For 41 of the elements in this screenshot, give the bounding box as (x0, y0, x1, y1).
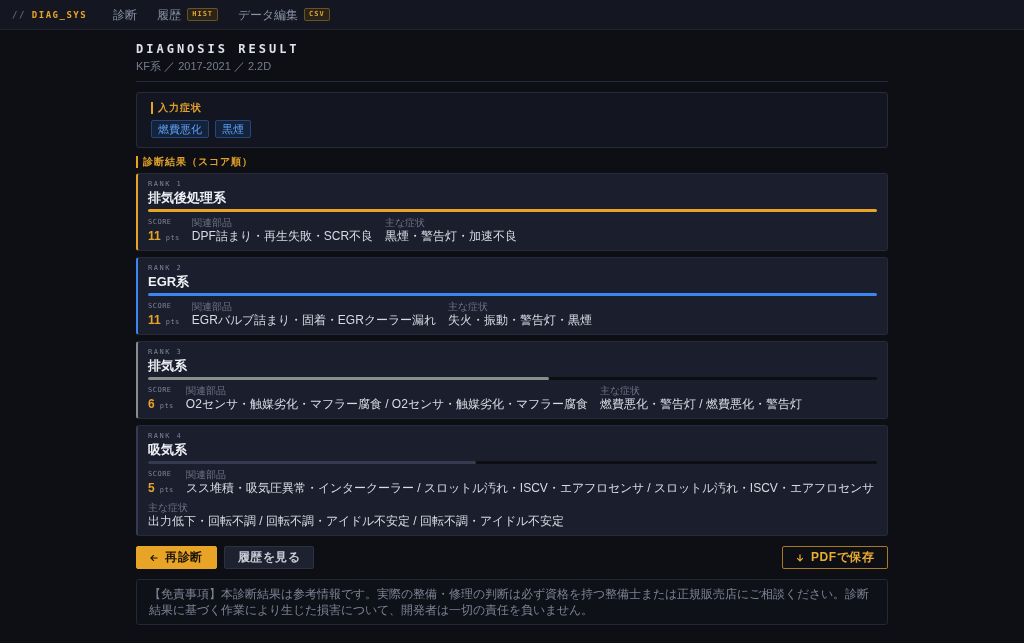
field-value: O2センサ・触媒劣化・マフラー腐食 / O2センサ・触媒劣化・マフラー腐食 (185, 397, 588, 412)
result-title: 排気系 (148, 358, 187, 373)
page-title: DIAGNOSIS RESULT (136, 42, 300, 56)
field-value: 失火・振動・警告灯・黒煙 (447, 313, 592, 328)
logo-text: DIAG_SYS (31, 8, 88, 22)
result-title: 吸気系 (148, 442, 187, 457)
score-value: 11 (148, 229, 161, 244)
rediagnose-button[interactable]: 再診断 (136, 546, 217, 569)
section-label: 診断結果（スコア順） (136, 156, 253, 168)
field-label: 主な症状 (148, 502, 188, 513)
score-value: 11 (148, 313, 161, 328)
arrow-left-icon (150, 553, 158, 562)
section-label: 入力症状 (151, 102, 202, 114)
arrow-down-icon (796, 553, 804, 562)
field-label: 関連部品 (191, 217, 232, 228)
field-value: 黒煙・警告灯・加速不良 (385, 229, 518, 244)
field-label: 主な症状 (447, 301, 488, 312)
nav-link[interactable]: データ編集 (238, 7, 299, 22)
score-value: 5 (148, 481, 155, 496)
page-subtitle: KF系 ／ 2017-2021 ／ 2.2D (136, 59, 272, 73)
logo-slashes: // (12, 8, 26, 22)
field-value: 出力低下・回転不調 / 回転不調・アイドル不安定 / 回転不調・アイドル不安定 (148, 514, 564, 529)
field-value: 燃費悪化・警告灯 / 燃費悪化・警告灯 (599, 397, 802, 412)
nav-link[interactable]: 履歴 (157, 7, 182, 22)
field-label: 主な症状 (599, 385, 640, 396)
field-label: 関連部品 (185, 469, 226, 480)
field-value: EGRバルブ詰まり・固着・EGRクーラー漏れ (191, 313, 436, 328)
result-title: EGR系 (148, 274, 190, 289)
field-label: 関連部品 (185, 385, 226, 396)
field-label: 関連部品 (191, 301, 232, 312)
field-value: スス堆積・吸気圧異常・インタークーラー / スロットル汚れ・ISCV・エアフロセンサ / スロットル汚れ・ISCV・エアフロセンサ (185, 481, 874, 496)
symptom-tag: 黒煙 (215, 120, 251, 138)
field-label: 主な症状 (385, 217, 426, 228)
history-button[interactable]: 履歴を見る (223, 546, 314, 569)
symptom-tag: 燃費悪化 (151, 120, 209, 138)
field-value: DPF詰まり・再生失敗・SCR不良 (191, 229, 374, 244)
save-pdf-button[interactable]: PDFで保存 (782, 546, 888, 569)
nav-link[interactable]: 診断 (113, 7, 138, 22)
score-value: 6 (148, 397, 155, 412)
disclaimer-text: 【免責事項】本診断結果は参考情報です。実際の整備・修理の判断は必ず資格を持つ整備士または正規販売店にご相談ください。診断結果に基づく作業により生じた損害について、開発者は一切の責任を負いません。 (149, 586, 870, 618)
result-title: 排気後処理系 (148, 190, 226, 205)
